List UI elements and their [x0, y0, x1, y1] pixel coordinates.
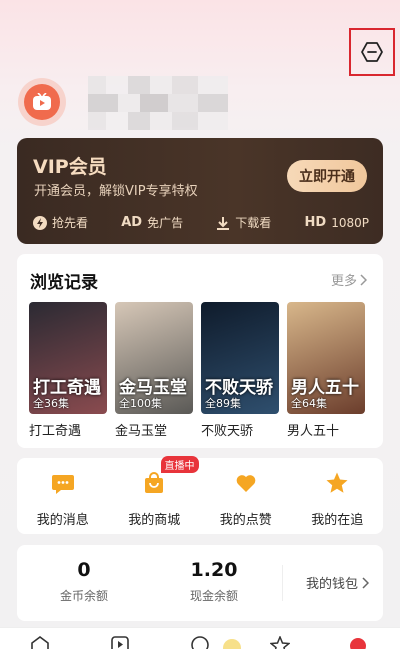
download-icon	[217, 216, 230, 230]
poster-image[interactable]: 金马玉堂 全100集	[115, 302, 193, 414]
settings-hexagon-icon	[361, 42, 383, 62]
episode-count: 全89集	[205, 397, 241, 410]
live-badge: 直播中	[160, 456, 199, 473]
coins-label: 金币余额	[59, 589, 108, 603]
wallet-card: 0 金币余额 1.20 现金余额 我的钱包	[17, 545, 383, 621]
episode-count: 全36集	[33, 397, 69, 410]
message-icon	[51, 475, 74, 494]
coins-value: 0	[77, 559, 91, 581]
vip-perks: 抢先看 AD 免广告 下载看 HD 1080P	[33, 214, 369, 231]
wallet-link-label: 我的钱包	[305, 577, 358, 592]
poster-image[interactable]: 男人五十 全64集	[287, 302, 365, 414]
lightning-icon	[33, 215, 47, 230]
hd-icon: HD	[304, 215, 327, 230]
episode-count: 全64集	[291, 397, 327, 410]
more-label: 更多	[330, 274, 357, 289]
perk-download: 下载看	[216, 214, 271, 231]
vip-open-button[interactable]: 立即开通	[287, 160, 367, 192]
vip-card[interactable]: VIP会员 开通会员，解锁VIP专享特权 立即开通 抢先看 AD 免广告 下载看…	[17, 138, 383, 244]
coin-icon	[223, 639, 241, 649]
shortcut-label: 我的点赞	[219, 513, 272, 528]
poster-name: 不败天骄	[201, 424, 254, 439]
shortcut-row: 我的消息 直播中 我的商城 我的点赞 我的在追	[17, 456, 384, 534]
history-item[interactable]: 打工奇遇 全36集 打工奇遇	[29, 302, 107, 439]
video-icon[interactable]	[110, 636, 130, 649]
cash-value: 1.20	[190, 559, 238, 581]
username-blurred	[88, 76, 228, 130]
shortcut-likes[interactable]: 我的点赞	[200, 458, 292, 534]
perk-hd: HD 1080P	[305, 214, 369, 231]
coins-balance[interactable]: 0 金币余额	[44, 559, 124, 604]
star-outline-icon[interactable]	[270, 636, 290, 649]
vip-title: VIP会员	[33, 156, 107, 178]
discover-icon[interactable]	[190, 636, 210, 649]
history-item[interactable]: 不败天骄 全89集 不败天骄	[201, 302, 279, 439]
perk-label: 1080P	[331, 215, 369, 230]
poster-image[interactable]: 不败天骄 全89集	[201, 302, 279, 414]
perk-early-access: 抢先看	[33, 214, 88, 231]
cash-balance[interactable]: 1.20 现金余额	[174, 559, 254, 604]
shortcut-label: 我的商城	[128, 513, 181, 528]
bottom-nav	[0, 627, 400, 649]
shortcut-following[interactable]: 我的在追	[292, 458, 384, 534]
divider	[282, 565, 283, 601]
cash-label: 现金余额	[189, 589, 238, 603]
vip-subtitle: 开通会员，解锁VIP专享特权	[34, 184, 198, 199]
poster-name: 打工奇遇	[29, 424, 82, 439]
profile-active-icon[interactable]	[348, 636, 368, 649]
history-more-link[interactable]: 更多	[331, 270, 367, 289]
avatar[interactable]	[18, 78, 66, 126]
history-list: 打工奇遇 全36集 打工奇遇 金马玉堂 全100集 金马玉堂 不败天骄 全89集…	[29, 302, 365, 439]
perk-label: 下载看	[235, 216, 272, 230]
star-icon	[326, 472, 348, 493]
shortcut-label: 我的消息	[36, 513, 89, 528]
settings-button[interactable]	[349, 28, 395, 76]
poster-name: 金马玉堂	[115, 424, 168, 439]
history-item[interactable]: 金马玉堂 全100集 金马玉堂	[115, 302, 193, 439]
history-title: 浏览记录	[30, 273, 98, 293]
perk-label: 免广告	[147, 216, 184, 230]
poster-name: 男人五十	[287, 424, 340, 439]
shortcut-label: 我的在追	[311, 513, 364, 528]
tv-logo-icon	[24, 84, 60, 120]
perk-label: 抢先看	[52, 216, 89, 230]
chevron-right-icon	[362, 576, 369, 589]
episode-count: 全100集	[119, 397, 162, 410]
shopping-bag-icon	[145, 472, 164, 493]
poster-image[interactable]: 打工奇遇 全36集	[29, 302, 107, 414]
history-card: 浏览记录 更多 打工奇遇 全36集 打工奇遇 金马玉堂 全100集 金马玉堂 不…	[17, 254, 383, 448]
perk-no-ads: AD 免广告	[121, 214, 183, 231]
user-profile[interactable]	[18, 76, 228, 130]
heart-icon	[236, 475, 256, 492]
shortcut-mall[interactable]: 直播中 我的商城	[109, 456, 201, 534]
chevron-right-icon	[360, 273, 367, 286]
my-wallet-link[interactable]: 我的钱包	[306, 573, 369, 592]
shortcut-messages[interactable]: 我的消息	[17, 458, 109, 534]
ad-icon: AD	[121, 215, 143, 230]
home-icon[interactable]	[30, 636, 50, 649]
history-item[interactable]: 男人五十 全64集 男人五十	[287, 302, 365, 439]
